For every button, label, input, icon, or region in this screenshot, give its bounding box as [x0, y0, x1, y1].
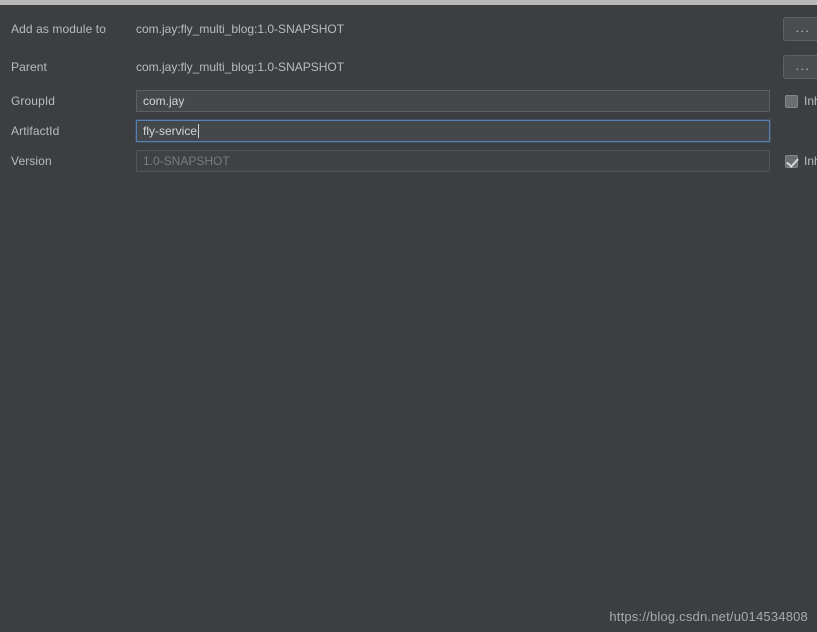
label-artifactid: ArtifactId	[11, 124, 59, 138]
form-row-add-as-module-to: Add as module to com.jay:fly_multi_blog:…	[0, 16, 817, 42]
version-inherit-checkbox[interactable]: Inherit	[785, 154, 817, 168]
label-groupid: GroupId	[11, 94, 55, 108]
version-inherit-label: Inherit	[804, 154, 817, 168]
label-parent: Parent	[11, 60, 47, 74]
label-add-as-module-to: Add as module to	[11, 22, 106, 36]
browse-button-parent[interactable]: ...	[783, 55, 817, 79]
groupid-input-value: com.jay	[143, 94, 184, 108]
browse-button-add-as-module-to[interactable]: ...	[783, 17, 817, 41]
groupid-inherit-label: Inherit	[804, 94, 817, 108]
groupid-inherit-checkbox[interactable]: Inherit	[785, 94, 817, 108]
value-add-as-module-to: com.jay:fly_multi_blog:1.0-SNAPSHOT	[136, 22, 344, 36]
value-parent: com.jay:fly_multi_blog:1.0-SNAPSHOT	[136, 60, 344, 74]
form-row-parent: Parent com.jay:fly_multi_blog:1.0-SNAPSH…	[0, 54, 817, 80]
ellipsis-icon: ...	[796, 60, 811, 72]
checkbox-unchecked-icon[interactable]	[785, 95, 798, 108]
text-caret	[198, 124, 199, 138]
form-row-version: Version 1.0-SNAPSHOT Inherit	[0, 148, 817, 174]
maven-module-form-panel: Add as module to com.jay:fly_multi_blog:…	[0, 5, 817, 632]
artifactid-input-value: fly-service	[143, 124, 197, 138]
version-input: 1.0-SNAPSHOT	[136, 150, 770, 172]
ellipsis-icon: ...	[796, 22, 811, 34]
version-input-value: 1.0-SNAPSHOT	[143, 154, 230, 168]
label-version: Version	[11, 154, 52, 168]
watermark-text: https://blog.csdn.net/u014534808	[609, 609, 808, 624]
groupid-input[interactable]: com.jay	[136, 90, 770, 112]
checkbox-checked-icon[interactable]	[785, 155, 798, 168]
form-row-groupid: GroupId com.jay Inherit	[0, 88, 817, 114]
artifactid-input[interactable]: fly-service	[136, 120, 770, 142]
form-row-artifactid: ArtifactId fly-service	[0, 118, 817, 144]
